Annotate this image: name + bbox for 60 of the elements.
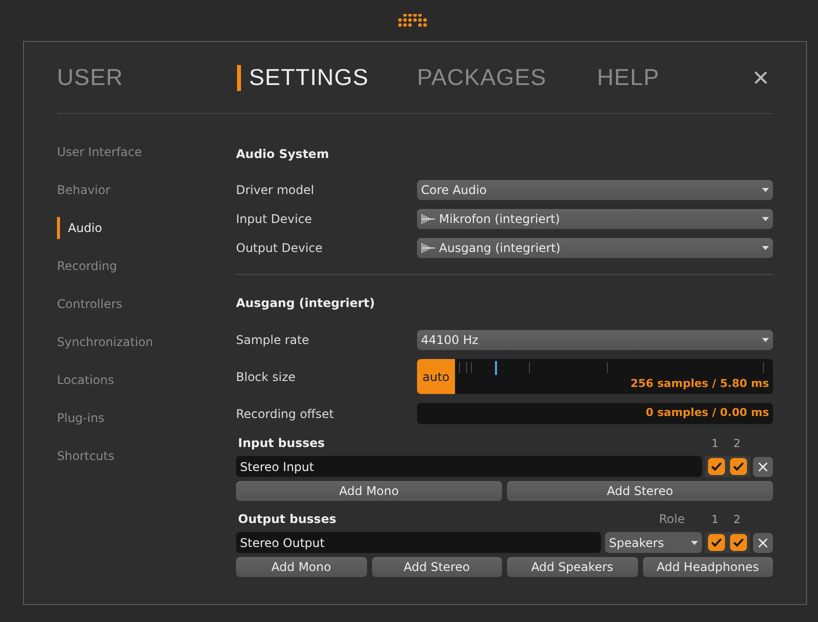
block-size-slider[interactable]: 256 samples / 5.80 ms — [455, 359, 773, 394]
sidebar-item[interactable]: User Interface — [57, 141, 236, 163]
dropdown-caret-icon — [762, 246, 769, 250]
setting-label: Block size — [236, 368, 297, 386]
column-header: 1 — [710, 512, 720, 528]
column-header: 2 — [732, 436, 742, 452]
checkmark-icon — [733, 538, 744, 547]
bus-name-field[interactable]: Stereo Input — [236, 456, 702, 477]
remove-bus-button[interactable]: × — [753, 532, 773, 552]
add-bus-button[interactable]: Add Speakers — [507, 557, 638, 577]
waveform-icon — [421, 214, 435, 224]
dropdown-caret-icon — [762, 217, 769, 221]
setting-label: Driver model — [236, 182, 316, 199]
section-heading: Ausgang (integriert) — [236, 295, 376, 312]
device-dropdown[interactable]: Core Audio — [417, 180, 773, 200]
setting-label: Output Device — [236, 240, 324, 257]
role-dropdown[interactable]: Speakers — [605, 532, 702, 553]
block-size-reading: 256 samples / 5.80 ms — [630, 376, 769, 392]
sidebar-item[interactable]: Locations — [57, 369, 236, 391]
column-header: 2 — [732, 512, 742, 528]
setting-label: Sample rate — [236, 332, 310, 349]
sidebar-item[interactable]: Controllers — [57, 293, 236, 315]
remove-bus-button[interactable]: × — [753, 456, 773, 476]
sidebar-item[interactable]: Shortcuts — [57, 445, 236, 467]
tab[interactable]: HELP — [597, 64, 747, 90]
slider-thumb[interactable] — [494, 361, 497, 375]
sidebar-item[interactable]: Behavior — [57, 179, 236, 201]
recording-offset-field[interactable]: 0 samples / 0.00 ms — [417, 403, 773, 424]
sidebar-item[interactable]: Plug-ins — [57, 407, 236, 429]
bus-name-field[interactable]: Stereo Output — [236, 532, 601, 553]
sidebar-item[interactable]: Recording — [57, 255, 236, 277]
dropdown-caret-icon — [691, 540, 698, 544]
section-heading: Audio System — [236, 146, 330, 163]
sidebar-item[interactable]: Synchronization — [57, 331, 236, 353]
dropdown-caret-icon — [762, 338, 769, 342]
close-button[interactable]: × — [752, 64, 769, 92]
section-heading: Input busses — [238, 435, 326, 452]
column-header: Role — [659, 511, 686, 528]
column-header: 1 — [710, 436, 720, 452]
waveform-icon — [421, 243, 435, 253]
setting-label: Recording offset — [236, 406, 335, 422]
add-bus-button[interactable]: Add Headphones — [642, 557, 773, 577]
checkmark-icon — [711, 462, 722, 471]
checkmark-icon — [733, 462, 744, 471]
checkmark-icon — [711, 538, 722, 547]
dropdown-caret-icon — [762, 188, 769, 192]
tab[interactable]: USER — [57, 64, 237, 90]
device-dropdown[interactable]: Mikrofon (integriert) — [417, 209, 773, 229]
add-bus-button[interactable]: Add Mono — [236, 481, 502, 501]
sample-rate-dropdown[interactable]: 44100 Hz — [417, 330, 773, 350]
tab[interactable]: SETTINGS — [237, 64, 417, 90]
add-bus-button[interactable]: Add Mono — [236, 557, 366, 577]
device-dropdown[interactable]: Ausgang (integriert) — [417, 238, 773, 258]
tab[interactable]: PACKAGES — [417, 64, 597, 90]
auto-button[interactable]: auto — [417, 359, 455, 394]
setting-label: Input Device — [236, 211, 313, 228]
add-bus-button[interactable]: Add Stereo — [372, 557, 502, 577]
section-heading: Output busses — [238, 511, 338, 528]
sidebar-item[interactable]: Audio — [57, 217, 236, 239]
add-bus-button[interactable]: Add Stereo — [507, 481, 773, 501]
